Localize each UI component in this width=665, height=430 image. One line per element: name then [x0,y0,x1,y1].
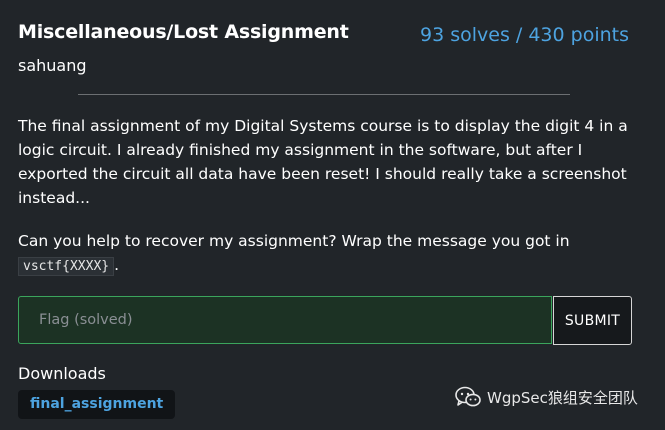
challenge-instructions: Can you help to recover my assignment? W… [18,229,638,279]
divider [78,94,570,95]
challenge-stats: 93 solves / 430 points [420,24,629,46]
wechat-icon [455,386,481,407]
instructions-end: . [114,256,120,274]
download-link-final-assignment[interactable]: final_assignment [18,390,176,419]
watermark-text: WgpSec狼组安全团队 [487,388,638,407]
instructions-text: Can you help to recover my assignment? W… [18,232,570,250]
challenge-description: The final assignment of my Digital Syste… [18,117,628,207]
challenge-author: sahuang [18,56,87,75]
submit-button[interactable]: SUBMIT [553,296,632,345]
flag-input[interactable] [18,296,552,344]
challenge-title: Miscellaneous/Lost Assignment [18,21,349,43]
flag-format-code: vsctf{XXXX} [18,257,115,276]
downloads-label: Downloads [18,364,106,383]
watermark: WgpSec狼组安全团队 [455,386,638,408]
